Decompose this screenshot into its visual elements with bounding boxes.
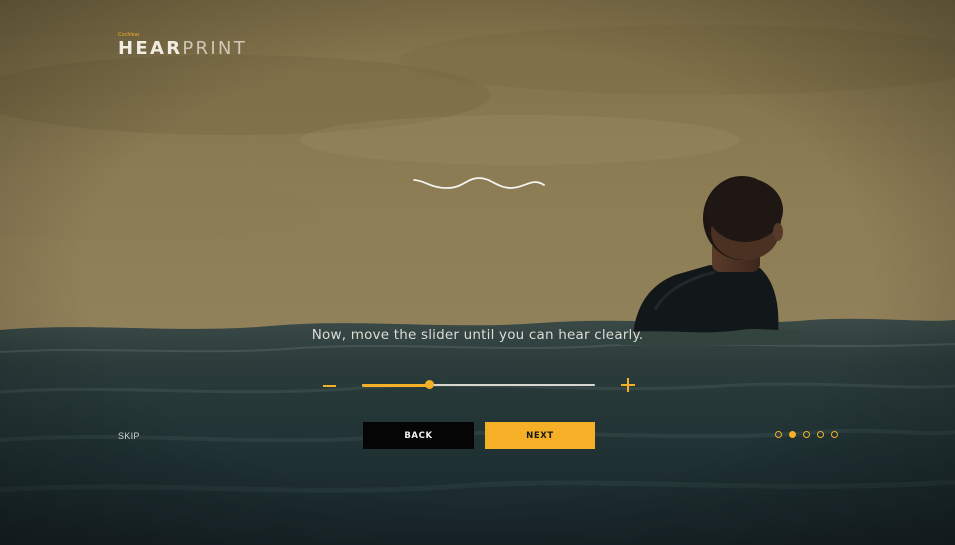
minus-icon[interactable] bbox=[323, 385, 336, 387]
onboarding-screen: Cochlear HEARPRINT Now, move the slider … bbox=[0, 0, 955, 545]
brand-wordmark: HEARPRINT bbox=[118, 39, 247, 59]
step-dot bbox=[775, 431, 782, 438]
step-dot bbox=[817, 431, 824, 438]
brand-logo: Cochlear HEARPRINT bbox=[118, 32, 247, 59]
volume-slider[interactable] bbox=[362, 380, 595, 389]
brand-wordmark-light: PRINT bbox=[182, 38, 247, 59]
step-dot bbox=[803, 431, 810, 438]
step-dot bbox=[789, 431, 796, 438]
sound-wave-icon bbox=[413, 177, 545, 189]
slider-fill bbox=[362, 383, 430, 387]
skip-link[interactable]: SKIP bbox=[118, 431, 140, 441]
instruction-text: Now, move the slider until you can hear … bbox=[311, 327, 644, 343]
background-photo bbox=[0, 0, 955, 545]
plus-icon[interactable] bbox=[621, 378, 635, 392]
slider-thumb[interactable] bbox=[425, 380, 435, 389]
next-button[interactable]: NEXT bbox=[485, 422, 595, 449]
brand-wordmark-bold: HEAR bbox=[118, 38, 183, 59]
back-button[interactable]: BACK bbox=[363, 422, 474, 449]
step-dot bbox=[831, 431, 838, 438]
